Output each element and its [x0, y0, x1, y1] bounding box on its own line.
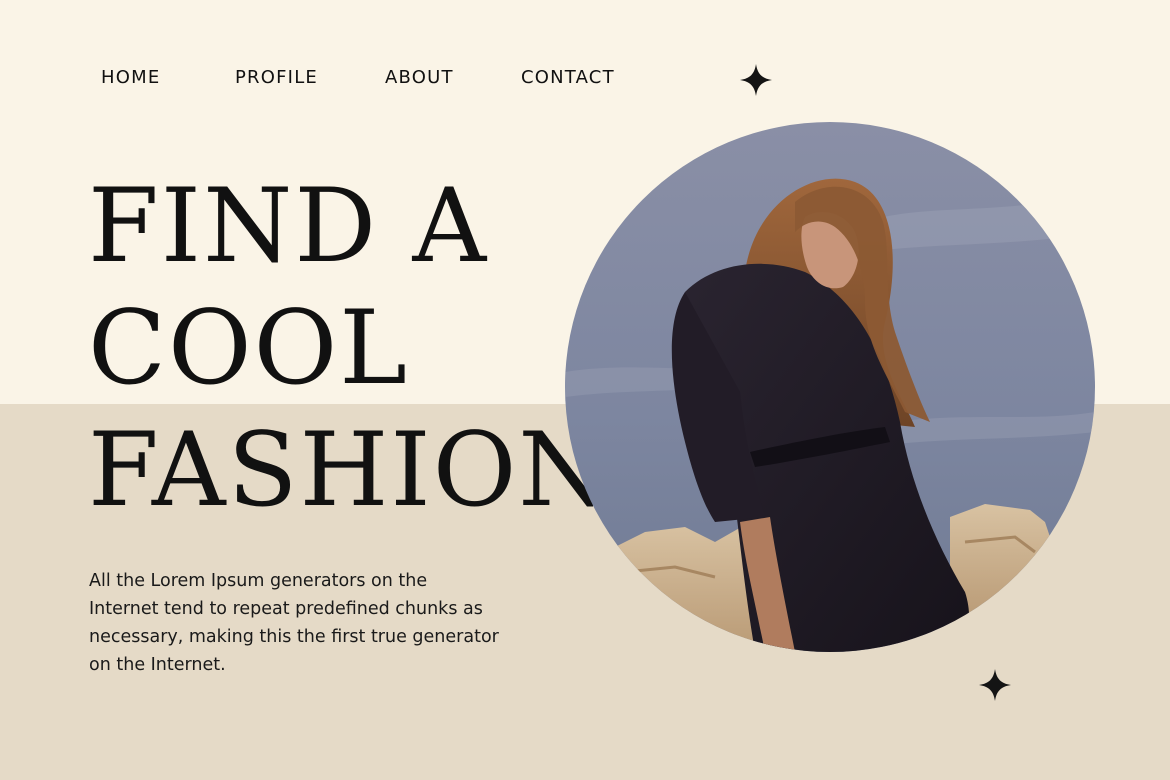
sparkle-icon — [979, 669, 1011, 701]
nav-home-link[interactable]: HOME — [101, 66, 160, 90]
nav-contact-link[interactable]: CONTACT — [521, 66, 615, 90]
nav-about-link[interactable]: ABOUT — [385, 66, 454, 90]
sparkle-icon — [740, 64, 772, 96]
headline-line-2: COOL — [88, 289, 410, 408]
hero-headline: FIND A COOL FASHION — [88, 166, 610, 532]
hero-description: All the Lorem Ipsum generators on the In… — [89, 571, 499, 675]
hero-photo — [565, 122, 1095, 652]
fashion-model-photo — [565, 122, 1095, 652]
headline-line-3: FASHION — [88, 411, 610, 530]
headline-line-1: FIND A — [88, 167, 489, 286]
nav-profile-link[interactable]: PROFILE — [235, 66, 318, 90]
